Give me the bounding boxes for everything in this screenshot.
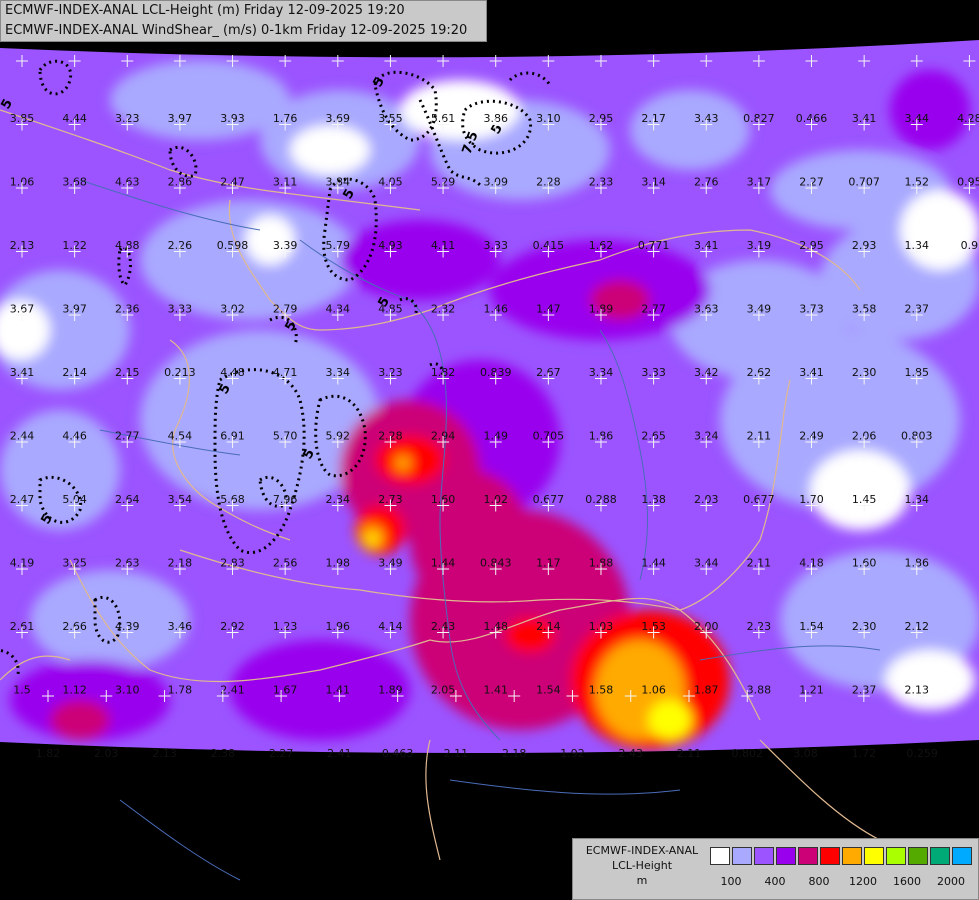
station-value: 1.5 [13, 684, 31, 697]
station-value: 3.10 [115, 684, 140, 697]
station-value: 1.87 [694, 684, 719, 697]
station-value: 2.13 [905, 684, 930, 697]
station-value: 0.802 [732, 747, 764, 760]
station-value: 1.41 [483, 684, 508, 697]
legend-swatch [710, 847, 730, 865]
station-value: 1.67 [273, 684, 298, 697]
station-value: 1.92 [560, 747, 585, 760]
station-value: 2.43 [618, 747, 643, 760]
legend-swatch [820, 847, 840, 865]
station-value: 0.95 [957, 176, 979, 189]
station-value: 1.54 [536, 684, 561, 697]
station-value: 2.38 [211, 747, 236, 760]
station-value: 2.05 [431, 684, 456, 697]
legend-swatch [930, 847, 950, 865]
legend-swatch [886, 847, 906, 865]
station-value: 2.41 [327, 747, 352, 760]
legend-title-variable: LCL-Height [611, 859, 673, 872]
station-value: 0.259 [906, 747, 938, 760]
station-value: 1.89 [378, 684, 403, 697]
station-value: 2.03 [94, 747, 119, 760]
legend-tick-label: 100 [720, 875, 742, 888]
legend-swatch [754, 847, 774, 865]
header-line-windshear: ECMWF-INDEX-ANAL WindShear_ (m/s) 0-1km … [5, 23, 468, 38]
weather-map: 5 5 7.5 5 5 5 5 5 5 5 3.854.443.233.973.… [0, 0, 979, 900]
station-value: 1.12 [62, 684, 87, 697]
legend-title-unit: m [636, 874, 648, 887]
station-value: 2.27 [269, 747, 294, 760]
legend-tick-label: 2000 [937, 875, 965, 888]
legend-title: ECMWF-INDEX-ANAL LCL-Height m [575, 843, 709, 888]
station-value: 1.21 [799, 684, 824, 697]
legend-swatch [864, 847, 884, 865]
station-value: 1.82 [36, 747, 61, 760]
legend-tick-label: 800 [808, 875, 830, 888]
legend-swatch [908, 847, 928, 865]
station-value: 2.18 [502, 747, 527, 760]
color-legend: ECMWF-INDEX-ANAL LCL-Height m 100 400 800 1… [572, 838, 979, 900]
station-value: 1.41 [326, 684, 351, 697]
station-value: 0.9 [961, 239, 979, 252]
station-value: 3.08 [793, 747, 818, 760]
legend-title-model: ECMWF-INDEX-ANAL [585, 844, 699, 857]
legend-tick-label: 1600 [893, 875, 921, 888]
legend-swatch [842, 847, 862, 865]
station-value: 4.28 [957, 112, 979, 125]
map-header: ECMWF-INDEX-ANAL LCL-Height (m) Friday 1… [0, 0, 487, 42]
legend-tick-label: 400 [764, 875, 786, 888]
station-value: 1.58 [589, 684, 614, 697]
station-value: 1.72 [852, 747, 877, 760]
station-value: 2.11 [444, 747, 469, 760]
legend-swatch [732, 847, 752, 865]
station-value: 2.11 [677, 747, 702, 760]
station-value: 3.88 [747, 684, 772, 697]
legend-swatch [952, 847, 972, 865]
legend-swatch [776, 847, 796, 865]
station-value: 2.13 [152, 747, 177, 760]
station-value: 0.463 [382, 747, 414, 760]
station-value: 2.41 [220, 684, 245, 697]
station-value: 1.06 [641, 684, 666, 697]
legend-tick-label: 1200 [849, 875, 877, 888]
legend-swatch [798, 847, 818, 865]
station-value: 1.78 [168, 684, 193, 697]
header-line-lcl: ECMWF-INDEX-ANAL LCL-Height (m) Friday 1… [5, 3, 405, 18]
